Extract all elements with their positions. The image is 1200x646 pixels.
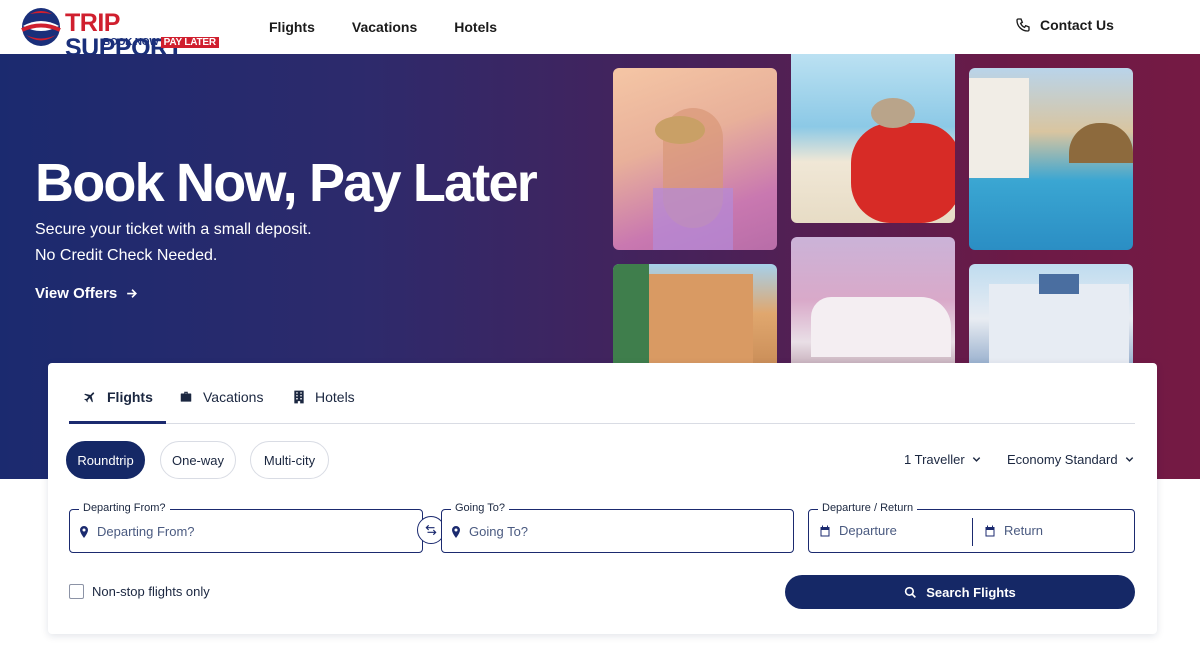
return-date-input[interactable]: Return — [984, 523, 1043, 538]
location-pin-icon — [452, 525, 460, 538]
nav-vacations[interactable]: Vacations — [352, 19, 417, 35]
calendar-icon — [820, 525, 830, 536]
tab-vacations-label: Vacations — [203, 389, 264, 405]
globe-logo-icon — [21, 8, 61, 46]
departure-placeholder: Departure — [839, 523, 897, 538]
search-icon — [905, 586, 917, 598]
departure-return-field[interactable]: Departure / Return Departure Return — [808, 502, 1135, 553]
travellers-dropdown[interactable]: 1 Traveller — [904, 452, 982, 467]
contact-us-link[interactable]: Contact Us — [1015, 17, 1114, 33]
tab-hotels[interactable]: Hotels — [293, 389, 355, 405]
trip-type-multi-city[interactable]: Multi-city — [250, 441, 329, 479]
nav-flights[interactable]: Flights — [269, 19, 315, 35]
hero-subtitle-line2: No Credit Check Needed. — [35, 247, 218, 264]
cabin-class-dropdown[interactable]: Economy Standard — [1007, 452, 1135, 467]
tab-flights-label: Flights — [107, 389, 153, 405]
hero-photo-santorini — [791, 237, 955, 377]
building-icon — [294, 390, 304, 404]
tab-flights[interactable]: Flights — [83, 389, 153, 405]
view-offers-link[interactable]: View Offers — [35, 285, 138, 302]
hero-photo-beach-lounger — [791, 54, 955, 223]
calendar-icon — [985, 525, 995, 536]
going-to-field[interactable]: Going To? Going To? — [441, 502, 794, 553]
arrow-right-icon — [127, 289, 138, 298]
logo-tagline: BOOK NOW PAY LATER — [103, 37, 219, 48]
search-tabs: Flights Vacations Hotels — [69, 363, 1135, 424]
going-to-input: Going To? — [451, 524, 528, 539]
departing-from-label: Departing From? — [79, 502, 170, 514]
phone-icon — [1016, 18, 1030, 32]
departing-from-input: Departing From? — [79, 524, 195, 539]
suitcase-icon — [180, 391, 192, 402]
chevron-down-icon — [972, 457, 980, 462]
active-tab-indicator — [69, 421, 166, 424]
plane-icon — [84, 392, 95, 403]
search-flights-button[interactable]: Search Flights — [785, 575, 1135, 609]
date-divider — [972, 518, 973, 546]
nav-hotels[interactable]: Hotels — [454, 19, 497, 35]
flight-search-card: Flights Vacations Hotels Roundtrip One-w… — [48, 363, 1157, 634]
hero-subtitle-line1: Secure your ticket with a small deposit. — [35, 221, 312, 238]
departing-from-field[interactable]: Departing From? Departing From? — [69, 502, 423, 553]
departure-date-input[interactable]: Departure — [819, 523, 897, 538]
trip-type-one-way[interactable]: One-way — [160, 441, 236, 479]
contact-label: Contact Us — [1040, 17, 1114, 33]
cabin-class-label: Economy Standard — [1007, 452, 1118, 467]
return-placeholder: Return — [1004, 523, 1044, 538]
chevron-down-icon — [1125, 457, 1133, 462]
hero-photo-coastal-hotel — [969, 264, 1133, 374]
swap-arrows-icon — [425, 524, 437, 536]
hero-photo-beach-party — [613, 68, 777, 250]
site-header: TRIP SUPPORT BOOK NOW PAY LATER Flights V… — [0, 0, 1200, 61]
trip-support-logo[interactable]: TRIP SUPPORT BOOK NOW PAY LATER — [20, 6, 220, 61]
trip-type-roundtrip[interactable]: Roundtrip — [66, 441, 145, 479]
search-flights-label: Search Flights — [926, 584, 1016, 600]
going-to-placeholder: Going To? — [469, 524, 529, 539]
departing-from-placeholder: Departing From? — [97, 524, 195, 539]
tab-vacations[interactable]: Vacations — [179, 389, 263, 405]
tab-hotels-label: Hotels — [315, 389, 355, 405]
nonstop-label: Non-stop flights only — [92, 584, 210, 599]
nonstop-checkbox[interactable] — [69, 584, 84, 599]
hero-photo-atlantis-resort — [613, 264, 777, 374]
main-nav: Flights Vacations Hotels — [269, 19, 534, 35]
departure-return-label: Departure / Return — [818, 502, 918, 514]
travellers-label: 1 Traveller — [904, 452, 965, 467]
hero-title: Book Now, Pay Later — [35, 153, 538, 213]
view-offers-label: View Offers — [35, 285, 118, 302]
hero-photo-resort-pool — [969, 68, 1133, 250]
location-pin-icon — [80, 525, 88, 538]
nonstop-option[interactable]: Non-stop flights only — [69, 584, 210, 599]
going-to-label: Going To? — [451, 502, 509, 514]
